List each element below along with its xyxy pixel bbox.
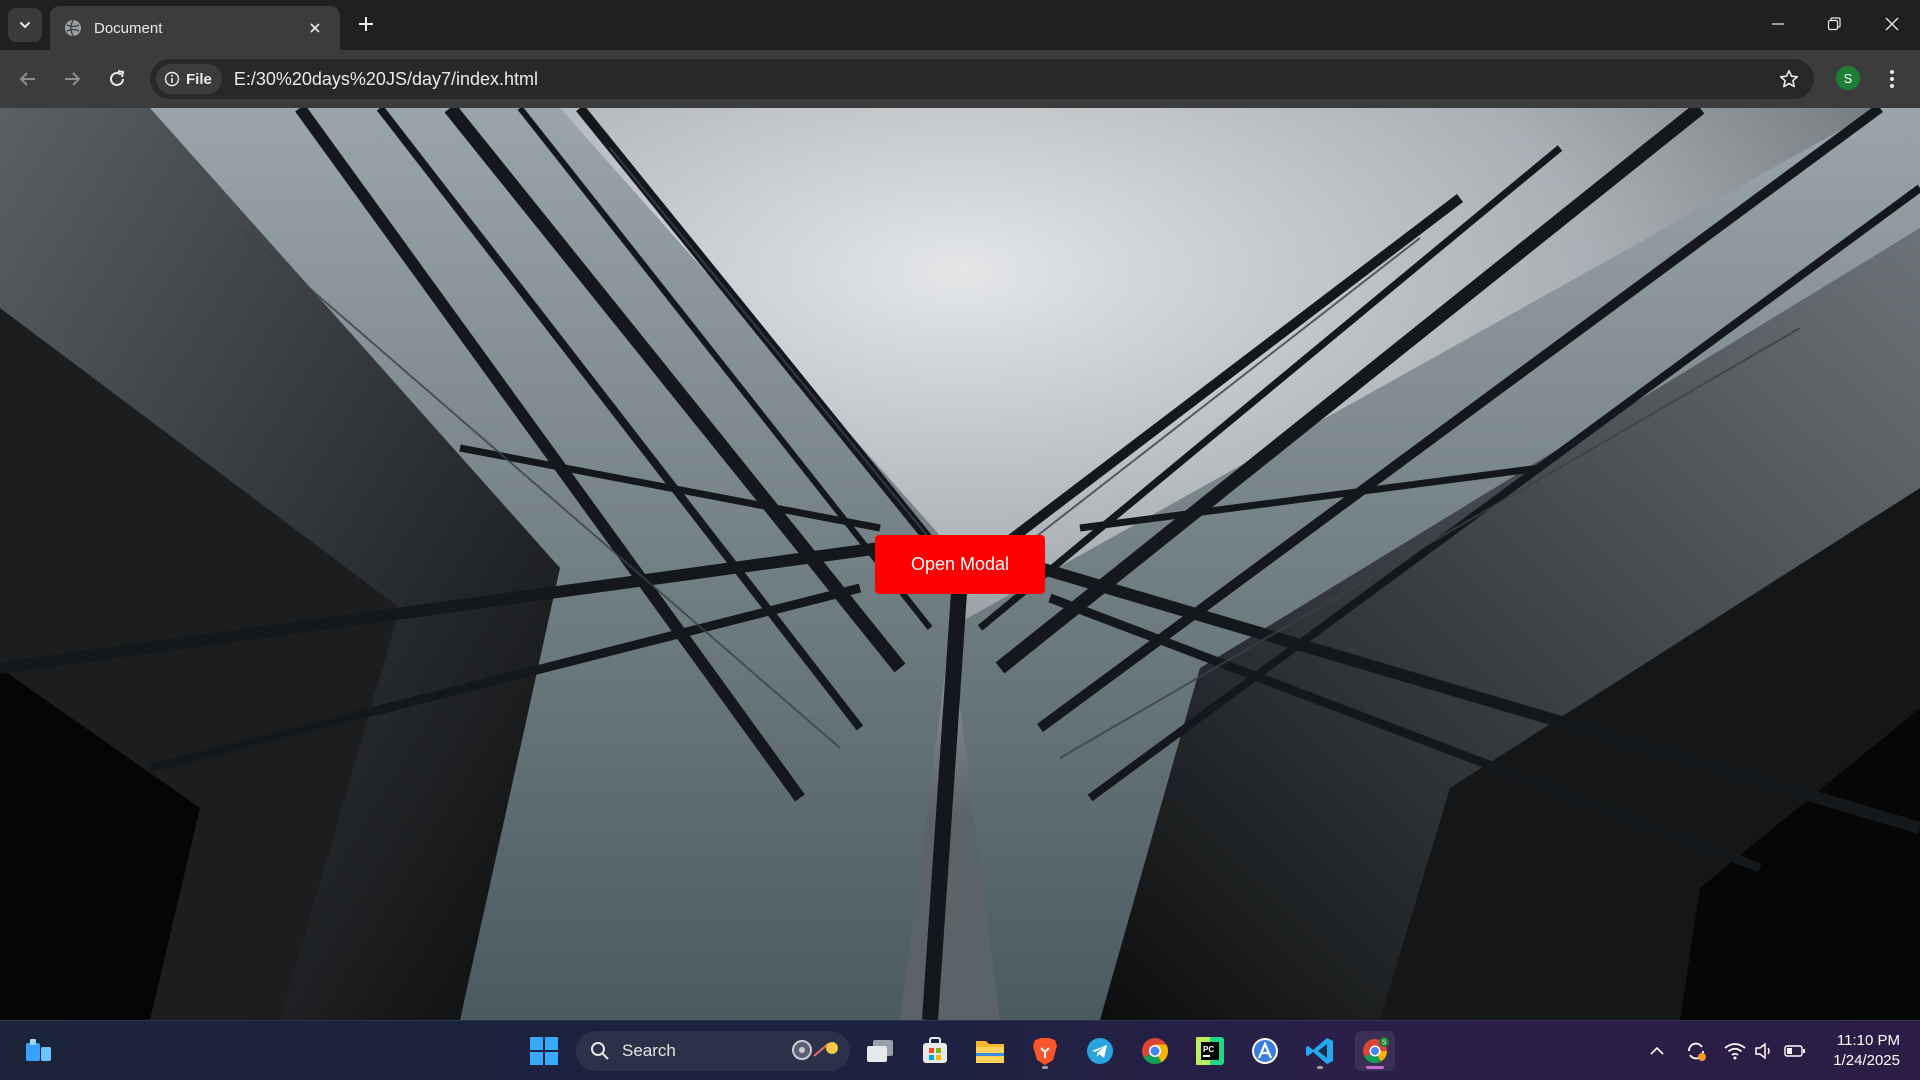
new-tab-button[interactable] (352, 10, 380, 38)
arrow-left-icon (19, 72, 35, 86)
chevron-up-icon[interactable] (1645, 1039, 1669, 1063)
minimize-button[interactable] (1750, 0, 1806, 48)
chrome-icon[interactable] (1135, 1031, 1175, 1071)
search-icon (591, 1042, 609, 1060)
back-button[interactable] (12, 63, 44, 95)
globe-icon (64, 19, 82, 37)
clock-time: 11:10 PM (1836, 1032, 1900, 1049)
tab-title: Document (94, 19, 163, 37)
close-tab-icon[interactable] (304, 17, 326, 39)
tab-search-button[interactable] (8, 8, 42, 42)
windows-taskbar: Search PC S 11:10 PM 1/24/2025 (0, 1020, 1920, 1080)
volume-icon[interactable] (1752, 1039, 1776, 1063)
active-indicator (1366, 1066, 1384, 1069)
start-button[interactable] (524, 1031, 564, 1071)
telegram-icon[interactable] (1080, 1031, 1120, 1071)
restore-icon (1827, 17, 1841, 31)
plus-icon (359, 17, 373, 31)
forward-button[interactable] (56, 63, 88, 95)
profile-avatar[interactable]: S (1836, 66, 1860, 90)
minimize-icon (1772, 23, 1784, 25)
brave-browser-icon[interactable] (1025, 1031, 1065, 1071)
clock-date: 1/24/2025 (1833, 1052, 1900, 1069)
windows-logo-icon (530, 1037, 558, 1065)
info-icon (164, 71, 180, 87)
svg-text:S: S (1382, 1040, 1387, 1047)
browser-toolbar: File E:/30%20days%20JS/day7/index.html S (0, 50, 1920, 108)
close-window-button[interactable] (1864, 0, 1920, 48)
browser-title-bar: Document (0, 0, 1920, 50)
chevron-down-icon (20, 22, 30, 29)
address-bar[interactable]: File E:/30%20days%20JS/day7/index.html (150, 59, 1814, 99)
page-viewport: Open Modal (0, 108, 1920, 1020)
url-text[interactable]: E:/30%20days%20JS/day7/index.html (234, 69, 538, 90)
bookmark-star-icon[interactable] (1778, 68, 1800, 90)
site-info-chip[interactable]: File (156, 64, 222, 94)
task-view-icon[interactable] (860, 1031, 900, 1071)
sync-icon[interactable] (1684, 1039, 1708, 1063)
tab-document[interactable]: Document (50, 6, 340, 50)
pycharm-icon[interactable]: PC (1190, 1031, 1230, 1071)
reload-icon (110, 70, 125, 86)
close-icon (1885, 17, 1899, 31)
microsoft-store-icon[interactable] (915, 1031, 955, 1071)
svg-text:PC: PC (1203, 1045, 1214, 1054)
battery-icon[interactable] (1783, 1039, 1807, 1063)
reload-button[interactable] (101, 63, 133, 95)
taskbar-search-label: Search (622, 1041, 676, 1060)
search-highlight-icon (792, 1040, 838, 1060)
file-explorer-icon[interactable] (970, 1031, 1010, 1071)
arrow-right-icon (65, 72, 81, 86)
app-store-a-icon[interactable] (1245, 1031, 1285, 1071)
running-indicator (1042, 1066, 1048, 1069)
wifi-icon[interactable] (1723, 1039, 1747, 1063)
restore-button[interactable] (1806, 0, 1862, 48)
widgets-icon[interactable] (24, 1037, 54, 1065)
chrome-profile-icon[interactable]: S (1355, 1031, 1395, 1071)
vscode-icon[interactable] (1300, 1031, 1340, 1071)
open-modal-button[interactable]: Open Modal (875, 535, 1045, 594)
site-info-label: File (186, 70, 212, 88)
more-menu-icon[interactable] (1880, 63, 1904, 95)
taskbar-search-box[interactable]: Search (576, 1031, 850, 1071)
system-clock[interactable]: 11:10 PM 1/24/2025 (1816, 1031, 1900, 1071)
running-indicator (1317, 1066, 1323, 1069)
